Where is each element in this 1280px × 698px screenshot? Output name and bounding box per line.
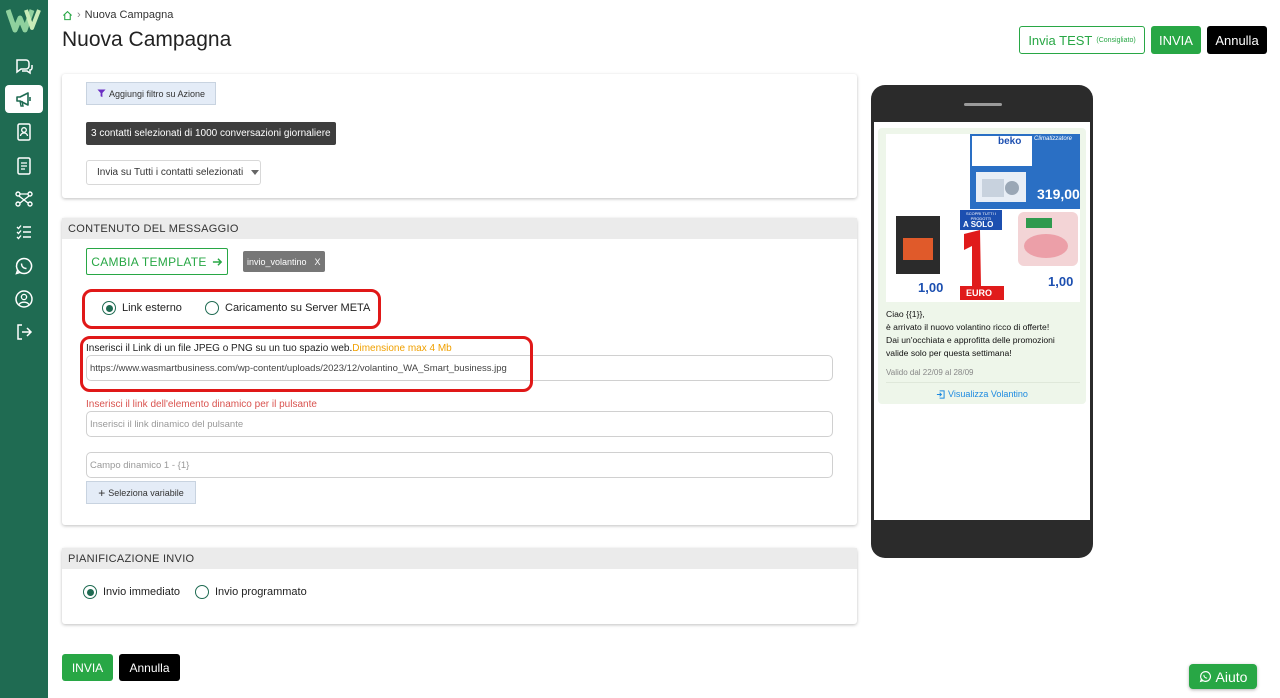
message-line: Ciao {{1}},: [886, 309, 925, 319]
send-target-select[interactable]: Invia su Tutti i contatti selezionati: [86, 160, 261, 185]
radio-unchecked-icon: [205, 301, 219, 315]
message-divider: [886, 382, 1080, 383]
breadcrumb-separator: ›: [77, 9, 81, 21]
send-test-label: Invia TEST: [1028, 32, 1093, 48]
nav-profile[interactable]: [5, 285, 43, 313]
schedule-option-label: Invio programmato: [215, 586, 307, 598]
flyer-right-price: 1,00: [1048, 274, 1074, 289]
schedule-option-immediate[interactable]: Invio immediato: [83, 585, 180, 599]
add-filter-button[interactable]: Aggiungi filtro su Azione: [86, 82, 216, 105]
document-icon: [17, 157, 31, 175]
flyer-promo-number: 1: [966, 232, 967, 233]
template-tag-remove[interactable]: X: [315, 257, 321, 267]
nav-logout[interactable]: [5, 318, 43, 346]
send-button-bottom[interactable]: INVIA: [62, 654, 113, 681]
plus-icon: +: [98, 485, 106, 500]
flyer-promo-label: A SOLO: [963, 220, 994, 229]
audience-card: Aggiungi filtro su Azione 3 contatti sel…: [62, 74, 857, 198]
help-button[interactable]: Aiuto: [1189, 664, 1257, 689]
flyer-left-price: 1,00: [918, 280, 944, 295]
message-line: valide solo per questa settimana!: [886, 348, 1012, 358]
add-filter-label: Aggiungi filtro su Azione: [108, 88, 206, 99]
flyer-promo-unit: EURO: [966, 288, 993, 298]
change-template-label: CAMBIA TEMPLATE: [91, 254, 207, 269]
home-icon[interactable]: [62, 10, 73, 21]
image-link-label: Inserisci il Link di un file JPEG o PNG …: [86, 343, 452, 354]
view-flyer-label: Visualizza Volantino: [948, 389, 1028, 399]
schedule-card: PIANIFICAZIONE INVIO Invio immediato Inv…: [62, 548, 857, 624]
whatsapp-icon: [1199, 671, 1211, 683]
flyer-ac-banner: Climatizzatore: [1034, 136, 1073, 142]
cancel-button-bottom[interactable]: Annulla: [119, 654, 180, 681]
radio-checked-icon: [102, 301, 116, 315]
chat-icon: [16, 59, 33, 75]
breadcrumb: › Nuova Campagna: [62, 9, 173, 21]
schedule-option-scheduled[interactable]: Invio programmato: [195, 585, 307, 599]
message-line: è arrivato il nuovo volantino ricco di o…: [886, 322, 1050, 332]
external-link-icon: [936, 389, 945, 399]
flyer-image: beko Climatizzatore 319,00 SCOPRI TUTTI …: [886, 134, 1080, 302]
message-content-card: CONTENUTO DEL MESSAGGIO CAMBIA TEMPLATE …: [62, 218, 857, 525]
breadcrumb-current: Nuova Campagna: [84, 9, 174, 21]
megaphone-icon: [16, 92, 31, 107]
help-label: Aiuto: [1215, 668, 1248, 685]
schedule-option-label: Invio immediato: [103, 586, 181, 598]
user-circle-icon: [15, 290, 33, 308]
media-option-external-link[interactable]: Link esterno: [102, 301, 182, 315]
checklist-icon: [16, 225, 31, 240]
send-target-value: Invia su Tutti i contatti selezionati: [97, 167, 244, 178]
view-flyer-button[interactable]: Visualizza Volantino: [878, 389, 1086, 399]
message-content-heading: CONTENUTO DEL MESSAGGIO: [62, 218, 857, 239]
media-option-label: Caricamento su Server META: [225, 302, 371, 314]
dynamic-link-input[interactable]: [86, 411, 833, 437]
send-test-hint: (Consigliato): [1096, 36, 1136, 44]
contacts-selected-badge: 3 contatti selezionati di 1000 conversaz…: [86, 122, 336, 145]
dynamic-link-label: Inserisci il link dell'elemento dinamico…: [86, 399, 317, 410]
template-tag-label: invio_volantino: [247, 256, 307, 267]
media-option-meta-upload[interactable]: Caricamento su Server META: [205, 301, 370, 315]
phone-screen: beko Climatizzatore 319,00 SCOPRI TUTTI …: [874, 122, 1090, 520]
dynamic-field-input[interactable]: [86, 452, 833, 478]
nav-contacts[interactable]: [5, 118, 43, 146]
nav-whatsapp[interactable]: [5, 252, 43, 280]
nav-templates[interactable]: [5, 152, 43, 180]
change-template-button[interactable]: CAMBIA TEMPLATE: [86, 248, 228, 275]
logout-icon: [17, 324, 33, 340]
template-tag: invio_volantino X: [243, 251, 325, 272]
phone-preview: beko Climatizzatore 319,00 SCOPRI TUTTI …: [871, 85, 1093, 558]
arrow-right-icon: [212, 257, 222, 266]
schedule-heading: PIANIFICAZIONE INVIO: [62, 548, 857, 569]
filter-icon: [97, 89, 106, 98]
address-book-icon: [17, 123, 31, 141]
sidebar: [0, 0, 48, 698]
app-logo[interactable]: [6, 6, 42, 34]
send-test-button[interactable]: Invia TEST (Consigliato): [1019, 26, 1145, 54]
nav-chat[interactable]: [5, 52, 43, 80]
page-title: Nuova Campagna: [62, 28, 232, 51]
chevron-down-icon: [251, 170, 260, 175]
message-bubble: beko Climatizzatore 319,00 SCOPRI TUTTI …: [878, 128, 1086, 404]
flow-icon: [15, 191, 33, 207]
cancel-button[interactable]: Annulla: [1207, 26, 1267, 54]
radio-checked-icon: [83, 585, 97, 599]
radio-unchecked-icon: [195, 585, 209, 599]
media-option-label: Link esterno: [122, 302, 182, 314]
nav-campaigns[interactable]: [5, 85, 43, 113]
message-validity: Valido dal 22/09 al 28/09: [886, 368, 974, 377]
send-button[interactable]: INVIA: [1151, 26, 1201, 54]
image-size-hint: Dimensione max 4 Mb: [352, 343, 452, 354]
select-variable-button[interactable]: + Seleziona variabile: [86, 481, 196, 504]
nav-flows[interactable]: [5, 185, 43, 213]
image-link-label-text: Inserisci il Link di un file JPEG o PNG …: [86, 343, 353, 354]
flyer-ac-price: 319,00: [1037, 186, 1080, 202]
phone-speaker: [964, 103, 1002, 106]
message-line: Dai un'occhiata e approfitta delle promo…: [886, 335, 1055, 345]
whatsapp-icon: [15, 257, 33, 275]
message-text: Ciao {{1}}, è arrivato il nuovo volantin…: [886, 308, 1082, 360]
nav-tasks[interactable]: [5, 218, 43, 246]
image-link-input[interactable]: [86, 355, 833, 381]
select-variable-label: Seleziona variabile: [108, 487, 184, 498]
flyer-brand: beko: [998, 136, 1022, 147]
